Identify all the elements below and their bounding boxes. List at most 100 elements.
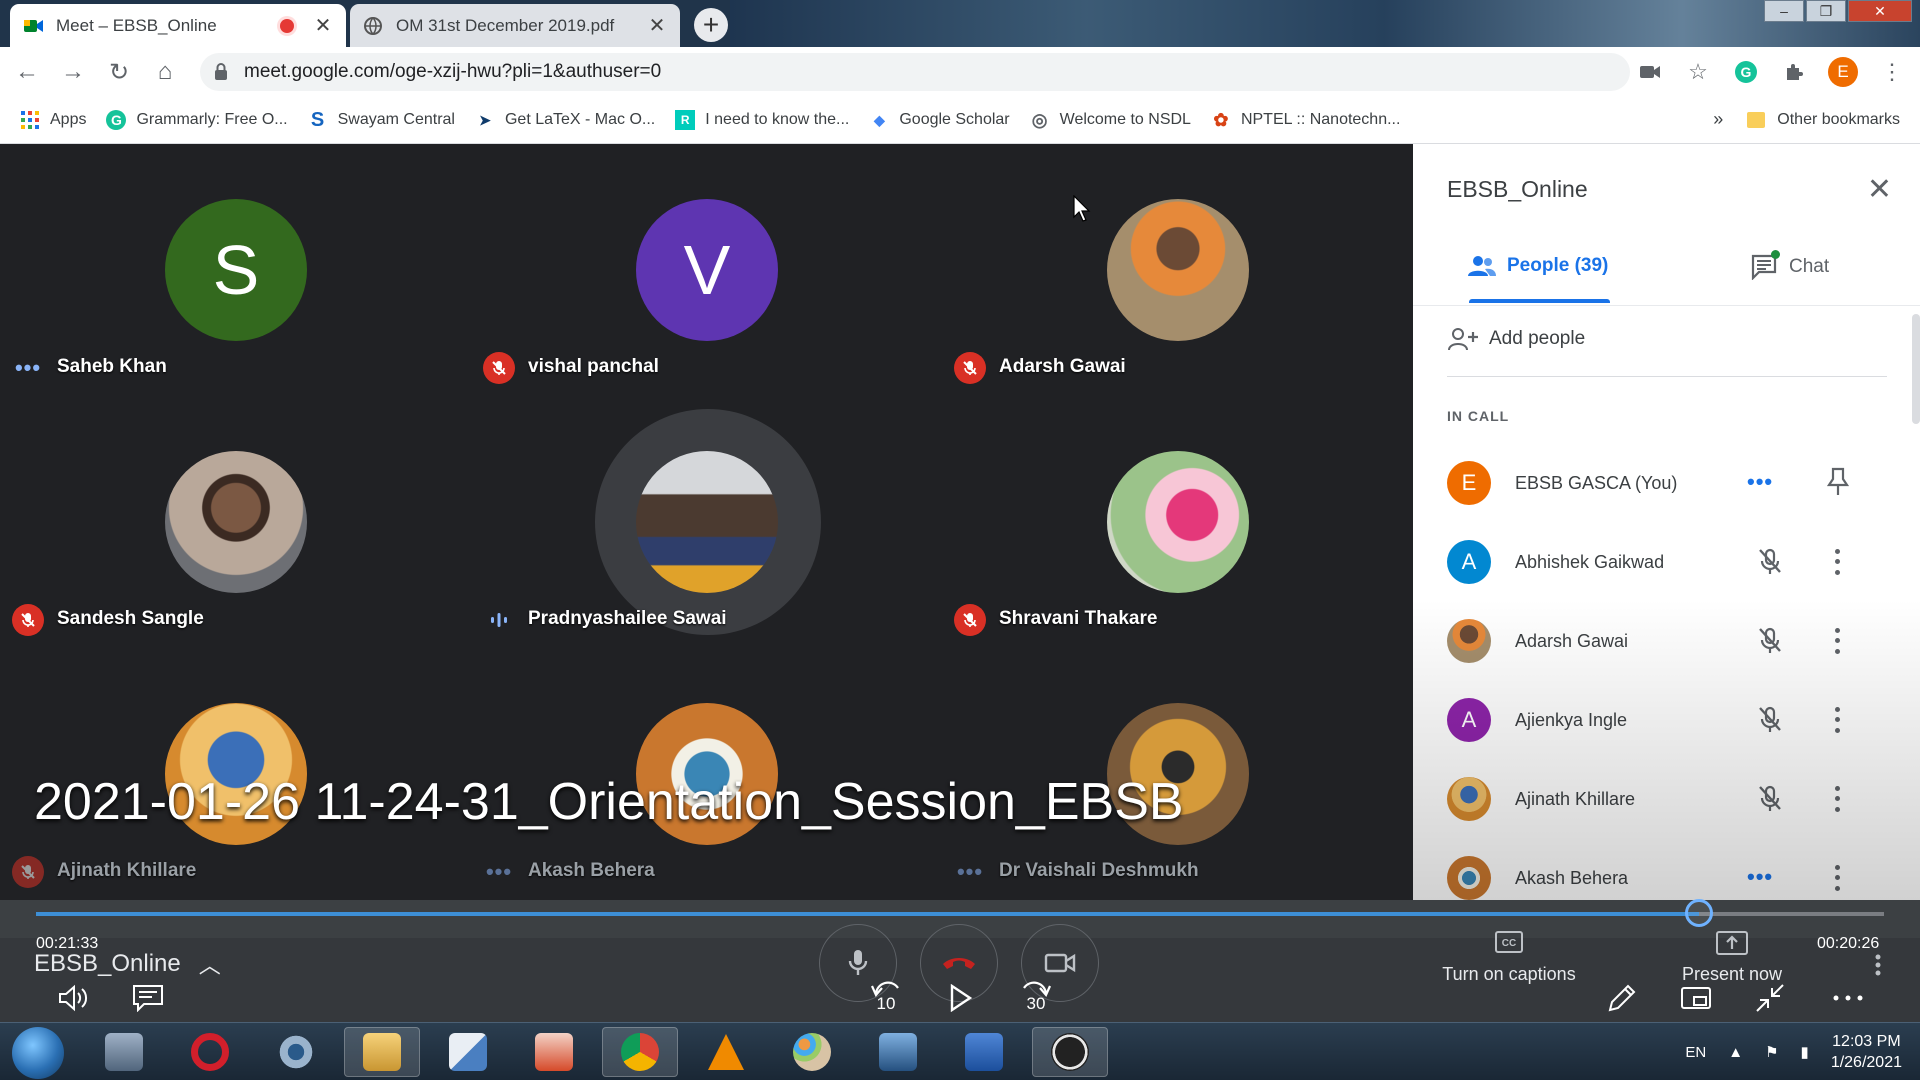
bookmark-label: Get LaTeX - Mac O... xyxy=(504,111,656,128)
network-flag-icon[interactable]: ⚑ xyxy=(1765,1043,1778,1061)
profile-avatar[interactable]: E xyxy=(1828,57,1858,87)
reload-icon[interactable]: ↻ xyxy=(100,53,138,91)
volume-icon[interactable] xyxy=(56,980,92,1016)
svg-text:CC: CC xyxy=(1502,938,1516,949)
minimize-icon[interactable]: – xyxy=(1764,0,1804,22)
home-icon[interactable]: ⌂ xyxy=(146,53,184,91)
bookmark-latex[interactable]: ➤ Get LaTeX - Mac O... xyxy=(475,110,655,130)
present-button[interactable]: Present now xyxy=(1672,930,1792,985)
system-clock[interactable]: 12:03 PM 1/26/2021 xyxy=(1831,1031,1902,1073)
player-more-icon[interactable] xyxy=(1830,990,1866,1006)
back-icon[interactable]: ← xyxy=(8,53,46,91)
picture-in-picture-icon[interactable] xyxy=(1678,982,1714,1014)
list-item[interactable]: A Ajienkya Ingle xyxy=(1447,692,1887,748)
close-tab-icon[interactable]: ✕ xyxy=(646,13,668,38)
grammarly-icon: G xyxy=(106,110,127,130)
close-window-icon[interactable]: ✕ xyxy=(1848,0,1912,22)
tab-title: OM 31st December 2019.pdf xyxy=(396,15,615,35)
bookmark-researchgate[interactable]: R I need to know the... xyxy=(675,110,849,130)
new-tab-button[interactable]: + xyxy=(694,8,728,42)
voice-activity-icon xyxy=(483,604,515,636)
more-options-icon[interactable] xyxy=(1831,704,1843,736)
start-button[interactable] xyxy=(12,1027,64,1079)
participant-tile[interactable]: Sandesh Sangle xyxy=(0,396,471,648)
avatar: V xyxy=(636,199,778,341)
close-tab-icon[interactable]: ✕ xyxy=(312,13,334,38)
taskbar-paint[interactable] xyxy=(430,1027,506,1077)
taskbar-paint-palette[interactable] xyxy=(774,1027,850,1077)
add-people-button[interactable]: Add people xyxy=(1447,326,1585,352)
forward-icon[interactable]: → xyxy=(54,53,92,91)
taskbar-screen-recorder[interactable] xyxy=(516,1027,592,1077)
list-item[interactable]: Ajinath Khillare xyxy=(1447,771,1887,827)
star-icon[interactable]: ☆ xyxy=(1684,58,1712,86)
tab-people[interactable]: People (39) xyxy=(1467,254,1608,278)
exit-fullscreen-icon[interactable] xyxy=(1752,980,1788,1016)
more-options-icon[interactable] xyxy=(1831,862,1843,894)
grammarly-extension-icon[interactable]: G xyxy=(1732,58,1760,86)
meeting-details-button[interactable]: EBSB_Online ︿ xyxy=(34,948,221,980)
tab-meet[interactable]: Meet – EBSB_Online ✕ xyxy=(10,4,346,47)
taskbar-explorer[interactable] xyxy=(344,1027,420,1077)
pencil-icon[interactable] xyxy=(1604,980,1640,1016)
participant-tile[interactable]: S ••• Saheb Khan xyxy=(0,144,471,396)
address-bar[interactable]: meet.google.com/oge-xzij-hwu?pli=1&authu… xyxy=(200,53,1630,91)
more-options-icon[interactable] xyxy=(1831,625,1843,657)
bookmark-apps[interactable]: Apps xyxy=(20,110,86,130)
list-item[interactable]: Adarsh Gawai xyxy=(1447,613,1887,669)
panel-scrollbar[interactable] xyxy=(1912,314,1920,424)
captions-button[interactable]: CC Turn on captions xyxy=(1434,930,1584,985)
taskbar-calculator[interactable] xyxy=(86,1027,162,1077)
tray-expand-icon[interactable]: ▲ xyxy=(1728,1044,1743,1061)
rewind-icon[interactable]: 10 xyxy=(864,978,908,1024)
participant-tile[interactable]: Pradnyashailee Sawai xyxy=(471,396,942,648)
seek-bar[interactable] xyxy=(36,899,1884,927)
subtitles-icon[interactable] xyxy=(130,980,166,1016)
meeting-more-icon[interactable] xyxy=(1868,950,1888,980)
taskbar-scanner[interactable] xyxy=(860,1027,936,1077)
other-bookmarks[interactable]: » Other bookmarks xyxy=(1713,109,1900,130)
taskbar-chrome[interactable] xyxy=(602,1027,678,1077)
bookmark-nsdl[interactable]: ◎ Welcome to NSDL xyxy=(1030,110,1191,130)
clock-date: 1/26/2021 xyxy=(1830,1054,1902,1071)
list-item[interactable]: A Abhishek Gaikwad xyxy=(1447,534,1887,590)
taskbar-obs[interactable] xyxy=(1032,1027,1108,1077)
bookmark-scholar[interactable]: ◆ Google Scholar xyxy=(869,110,1010,130)
taskbar-opera[interactable] xyxy=(172,1027,248,1077)
camera-icon[interactable] xyxy=(1636,58,1664,86)
forward-icon[interactable]: 30 xyxy=(1014,978,1058,1024)
more-dots-icon: ••• xyxy=(14,355,42,380)
bookmark-swayam[interactable]: S Swayam Central xyxy=(308,109,455,131)
taskbar-settings[interactable] xyxy=(258,1027,334,1077)
avatar-initial: V xyxy=(683,231,731,309)
bookmark-grammarly[interactable]: G Grammarly: Free O... xyxy=(106,110,288,130)
language-indicator[interactable]: EN xyxy=(1685,1044,1706,1061)
participant-tile[interactable]: Shravani Thakare xyxy=(942,396,1413,648)
rewind-seconds: 10 xyxy=(876,994,896,1013)
more-options-icon[interactable] xyxy=(1831,546,1843,578)
participant-tile[interactable]: Adarsh Gawai xyxy=(942,144,1413,396)
browser-menu-icon[interactable]: ⋮ xyxy=(1878,58,1906,86)
bookmark-nptel[interactable]: ✿ NPTEL :: Nanotechn... xyxy=(1211,110,1400,130)
tab-pdf[interactable]: OM 31st December 2019.pdf ✕ xyxy=(350,4,680,47)
clock-time: 12:03 PM xyxy=(1832,1033,1901,1050)
taskbar-word[interactable] xyxy=(946,1027,1022,1077)
nptel-icon: ✿ xyxy=(1213,109,1229,130)
pin-icon[interactable] xyxy=(1826,467,1850,502)
participant-tile[interactable]: V vishal panchal xyxy=(471,144,942,396)
bookmarks-overflow-icon[interactable]: » xyxy=(1713,109,1723,130)
extensions-puzzle-icon[interactable] xyxy=(1780,58,1808,86)
more-options-icon[interactable] xyxy=(1831,783,1843,815)
seek-handle[interactable] xyxy=(1685,899,1714,927)
word-icon xyxy=(965,1033,1003,1071)
tab-chat[interactable]: Chat xyxy=(1751,254,1829,280)
mouse-cursor-icon xyxy=(1073,195,1091,222)
play-icon[interactable] xyxy=(946,980,976,1016)
list-item[interactable]: E EBSB GASCA (You) ••• xyxy=(1447,455,1887,511)
list-item[interactable]: Akash Behera ••• xyxy=(1447,850,1887,900)
power-icon[interactable]: ▮ xyxy=(1801,1043,1809,1061)
maximize-icon[interactable]: ❐ xyxy=(1806,0,1846,22)
close-panel-icon[interactable]: ✕ xyxy=(1867,172,1892,207)
participant-name: Sandesh Sangle xyxy=(57,608,204,629)
taskbar-vlc[interactable] xyxy=(688,1027,764,1077)
